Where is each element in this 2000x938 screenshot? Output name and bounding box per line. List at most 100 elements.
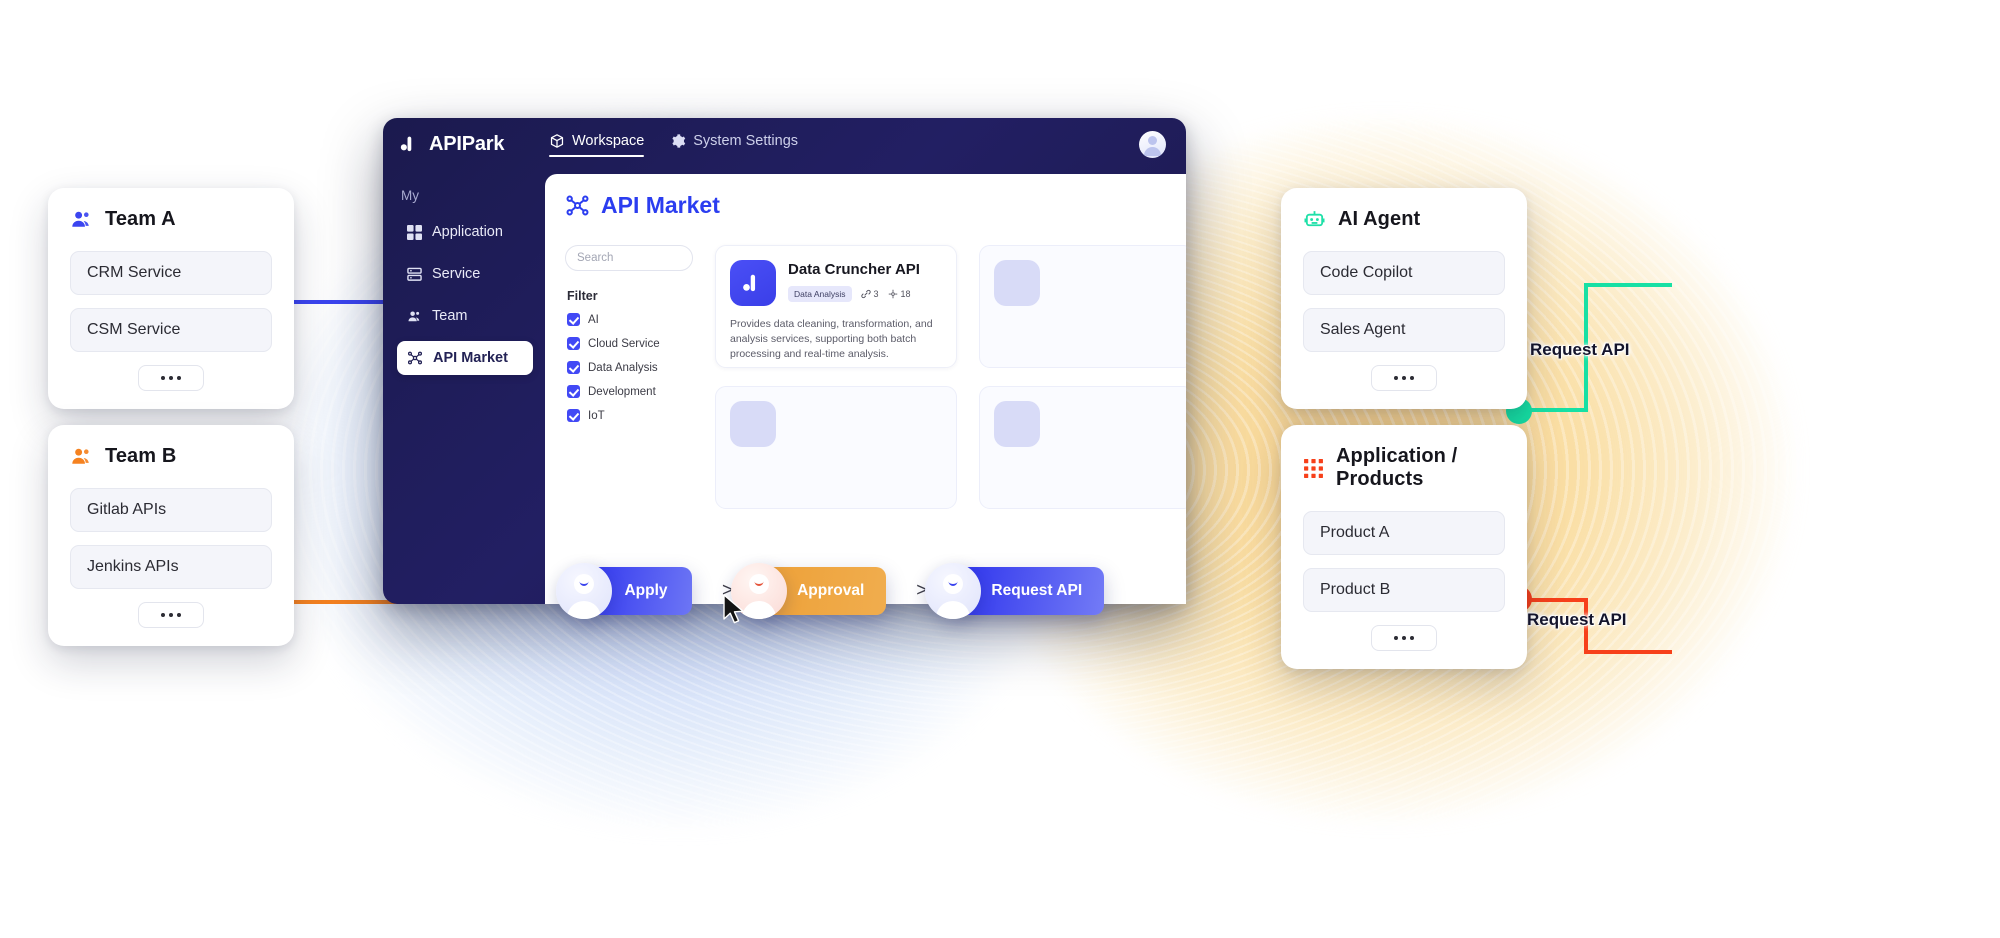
gear-icon bbox=[670, 133, 686, 149]
api-card-stat-value: 18 bbox=[900, 289, 911, 299]
content-columns: Filter AI Cloud Service Data Analysis bbox=[565, 245, 1186, 509]
api-card-meta: Data Analysis 3 18 bbox=[788, 286, 920, 302]
filter-option-label: Data Analysis bbox=[588, 361, 658, 374]
list-item[interactable]: Product B bbox=[1303, 568, 1505, 612]
connector-label-request-api-a: Request API bbox=[1530, 340, 1630, 359]
apply-button-label: Apply bbox=[624, 582, 668, 599]
page-title: API Market bbox=[601, 192, 720, 218]
filter-option-iot[interactable]: IoT bbox=[565, 409, 693, 422]
sidebar-item-label: Team bbox=[432, 308, 468, 324]
server-icon bbox=[407, 267, 422, 282]
brand: APIPark bbox=[399, 133, 549, 156]
users-icon bbox=[70, 445, 93, 468]
panel-team-a-header: Team A bbox=[70, 208, 272, 231]
checkbox-checked-icon[interactable] bbox=[567, 361, 580, 374]
checkbox-checked-icon[interactable] bbox=[567, 385, 580, 398]
sidebar-item-application[interactable]: Application bbox=[397, 215, 533, 249]
workflow-step-approval[interactable]: Approval bbox=[731, 563, 887, 619]
dots-grid-icon bbox=[1303, 458, 1324, 479]
list-item[interactable]: Jenkins APIs bbox=[70, 545, 272, 589]
list-item[interactable]: CRM Service bbox=[70, 251, 272, 295]
sidebar: My Application Service Team API Market bbox=[383, 170, 545, 604]
api-card-placeholder[interactable] bbox=[979, 245, 1186, 368]
panel-team-b-title: Team B bbox=[105, 445, 177, 467]
filter-option-label: Cloud Service bbox=[588, 337, 660, 350]
app-window: APIPark Workspace System Settings My App… bbox=[383, 118, 1186, 604]
sidebar-item-team[interactable]: Team bbox=[397, 299, 533, 333]
api-card-stat-value: 3 bbox=[873, 289, 879, 299]
api-card-placeholder[interactable] bbox=[715, 386, 957, 509]
checkbox-checked-icon[interactable] bbox=[567, 313, 580, 326]
tab-system-settings-label: System Settings bbox=[693, 133, 799, 149]
panel-ai-agent[interactable]: AI Agent Code Copilot Sales Agent bbox=[1281, 188, 1527, 409]
robot-icon bbox=[1303, 208, 1326, 231]
api-card-stat-links: 3 bbox=[860, 289, 879, 299]
list-item[interactable]: Sales Agent bbox=[1303, 308, 1505, 352]
api-card-grid: Data Cruncher API Data Analysis 3 18 Pro… bbox=[715, 245, 1186, 509]
filter-option-data-analysis[interactable]: Data Analysis bbox=[565, 361, 693, 374]
mouse-cursor-icon bbox=[723, 594, 744, 624]
api-card-header: Data Cruncher API Data Analysis 3 18 bbox=[730, 260, 942, 306]
brand-name: APIPark bbox=[429, 132, 505, 155]
window-titlebar: APIPark Workspace System Settings bbox=[383, 118, 1186, 170]
workflow-steps: Apply > Approval > Request API bbox=[556, 556, 1220, 626]
filter-option-label: IoT bbox=[588, 409, 605, 422]
workflow-step-request-api[interactable]: Request API bbox=[925, 563, 1105, 619]
approval-button-label: Approval bbox=[797, 582, 865, 599]
list-item[interactable]: Code Copilot bbox=[1303, 251, 1505, 295]
cube-icon bbox=[549, 133, 565, 149]
users-icon bbox=[407, 309, 422, 324]
sidebar-item-service[interactable]: Service bbox=[397, 257, 533, 291]
panel-applications-header: Application / Products bbox=[1303, 445, 1505, 491]
checkbox-checked-icon[interactable] bbox=[567, 337, 580, 350]
users-icon bbox=[70, 208, 93, 231]
tab-workspace[interactable]: Workspace bbox=[549, 133, 645, 157]
workflow-step-apply[interactable]: Apply bbox=[556, 563, 692, 619]
sidebar-item-label: Service bbox=[432, 266, 481, 282]
more-button[interactable] bbox=[138, 602, 204, 628]
api-logo-placeholder bbox=[994, 401, 1040, 447]
search-input[interactable] bbox=[577, 252, 731, 264]
user-avatar-icon[interactable] bbox=[1139, 131, 1166, 158]
more-button[interactable] bbox=[138, 365, 204, 391]
network-nodes-icon bbox=[407, 350, 423, 366]
more-button[interactable] bbox=[1371, 625, 1437, 651]
tab-system-settings[interactable]: System Settings bbox=[670, 133, 798, 155]
request-api-button-label: Request API bbox=[991, 582, 1083, 599]
filter-option-ai[interactable]: AI bbox=[565, 313, 693, 326]
list-item[interactable]: Product A bbox=[1303, 511, 1505, 555]
panel-team-a-title: Team A bbox=[105, 208, 176, 230]
filter-title: Filter bbox=[567, 289, 598, 303]
filter-option-development[interactable]: Development bbox=[565, 385, 693, 398]
filter-option-label: AI bbox=[588, 313, 599, 326]
list-item[interactable]: CSM Service bbox=[70, 308, 272, 352]
panel-team-a[interactable]: Team A CRM Service CSM Service bbox=[48, 188, 294, 409]
api-card-data-cruncher[interactable]: Data Cruncher API Data Analysis 3 18 Pro… bbox=[715, 245, 957, 368]
sidebar-item-api-market[interactable]: API Market bbox=[397, 341, 533, 375]
filter-panel: Filter AI Cloud Service Data Analysis bbox=[565, 245, 749, 509]
api-card-title: Data Cruncher API bbox=[788, 261, 920, 278]
search-box[interactable] bbox=[565, 245, 749, 271]
panel-team-b[interactable]: Team B Gitlab APIs Jenkins APIs bbox=[48, 425, 294, 646]
more-button[interactable] bbox=[1371, 365, 1437, 391]
panel-ai-agent-header: AI Agent bbox=[1303, 208, 1505, 231]
filter-option-label: Development bbox=[588, 385, 656, 398]
list-item[interactable]: Gitlab APIs bbox=[70, 488, 272, 532]
grid-squares-icon bbox=[407, 224, 422, 240]
api-card-placeholder[interactable] bbox=[979, 386, 1186, 509]
api-hub-icon bbox=[888, 289, 898, 299]
api-card-tag: Data Analysis bbox=[788, 286, 852, 302]
api-card-stat-apis: 18 bbox=[888, 289, 911, 299]
connector-label-request-api-b: Request API bbox=[1527, 610, 1627, 629]
panel-applications[interactable]: Application / Products Product A Product… bbox=[1281, 425, 1527, 669]
api-logo-placeholder bbox=[730, 401, 776, 447]
checkbox-checked-icon[interactable] bbox=[567, 409, 580, 422]
filter-option-cloud-service[interactable]: Cloud Service bbox=[565, 337, 693, 350]
top-navigation: Workspace System Settings bbox=[549, 133, 798, 157]
api-logo-icon bbox=[730, 260, 776, 306]
panel-applications-title: Application / Products bbox=[1336, 445, 1458, 490]
sidebar-item-label: API Market bbox=[433, 350, 508, 366]
content-area: API Market Filter bbox=[545, 174, 1186, 604]
user-avatar-blue-icon bbox=[925, 563, 982, 619]
panel-team-b-header: Team B bbox=[70, 445, 272, 468]
